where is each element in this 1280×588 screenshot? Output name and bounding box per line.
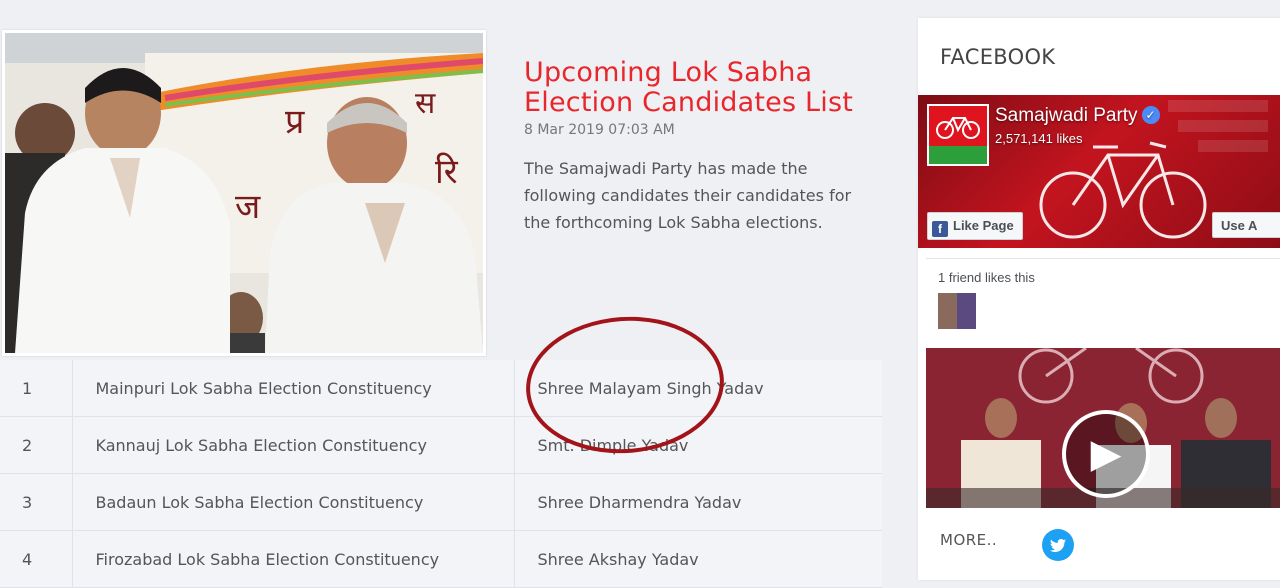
constituency-cell: Mainpuri Lok Sabha Election Constituency [72,360,515,417]
use-app-label: Use A [1221,218,1258,233]
row-number: 2 [0,416,73,474]
play-icon[interactable]: ▶ [1062,410,1150,498]
constituency-cell: Kannauj Lok Sabha Election Constituency [72,416,515,474]
candidates-table: 1 Mainpuri Lok Sabha Election Constituen… [0,360,882,588]
party-logo[interactable] [927,104,989,166]
friend-avatar[interactable] [957,293,976,329]
row-number: 4 [0,530,73,588]
fb-video[interactable]: ▶ [926,348,1280,508]
twitter-bird-icon [1049,539,1066,552]
facebook-sidebar: FACEBOOK Samajwadi Party ✓ 2,571,141 lik… [918,18,1280,580]
svg-text:रि: रि [435,152,459,192]
fb-page-name[interactable]: Samajwadi Party ✓ [995,105,1160,127]
svg-text:प्र: प्र [285,102,305,142]
friend-avatar[interactable] [938,293,957,329]
candidate-name-cell: Shree Dharmendra Yadav [514,473,882,531]
fb-like-count: 2,571,141 likes [995,131,1083,146]
fb-page-name-text: Samajwadi Party [995,105,1138,126]
constituency-cell: Badaun Lok Sabha Election Constituency [72,473,515,531]
use-app-button[interactable]: Use A [1212,212,1280,238]
article-date: 8 Mar 2019 07:03 AM [524,122,675,138]
leaders-greeting-image: प्र स ज रि [5,33,483,353]
row-number: 1 [0,360,73,417]
svg-text:ज: ज [235,187,261,227]
table-row: 3 Badaun Lok Sabha Election Constituency… [0,473,882,531]
more-link[interactable]: MORE.. [940,531,997,549]
candidate-name-cell: Shree Akshay Yadav [514,530,882,588]
article-photo[interactable]: प्र स ज रि [2,30,486,356]
verified-badge-icon: ✓ [1141,106,1160,124]
article-title[interactable]: Upcoming Lok Sabha Election Candidates L… [524,58,874,118]
svg-text:स: स [415,86,436,121]
candidate-name-cell: Shree Malayam Singh Yadav [514,360,882,417]
article-description: The Samajwadi Party has made the followi… [524,159,852,232]
friends-like-text: 1 friend likes this [938,270,1035,285]
facebook-f-icon: f [932,221,948,237]
like-page-button[interactable]: f Like Page [927,212,1023,240]
constituency-cell: Firozabad Lok Sabha Election Constituenc… [72,530,515,588]
sidebar-title: FACEBOOK [940,45,1056,69]
like-page-label: Like Page [953,218,1014,233]
table-row: 1 Mainpuri Lok Sabha Election Constituen… [0,360,882,417]
fb-page-cover[interactable]: Samajwadi Party ✓ 2,571,141 likes f Like P… [918,95,1280,248]
candidate-name-cell: Smt. Dimple Yadav [514,416,882,474]
table-row: 4 Firozabad Lok Sabha Election Constitue… [0,530,882,588]
bicycle-icon [936,117,980,139]
fb-friends-box: 1 friend likes this [926,258,1280,339]
table-row: 2 Kannauj Lok Sabha Election Constituenc… [0,416,882,474]
article: Upcoming Lok Sabha Election Candidates L… [524,58,874,236]
twitter-icon[interactable] [1042,529,1074,561]
row-number: 3 [0,473,73,531]
